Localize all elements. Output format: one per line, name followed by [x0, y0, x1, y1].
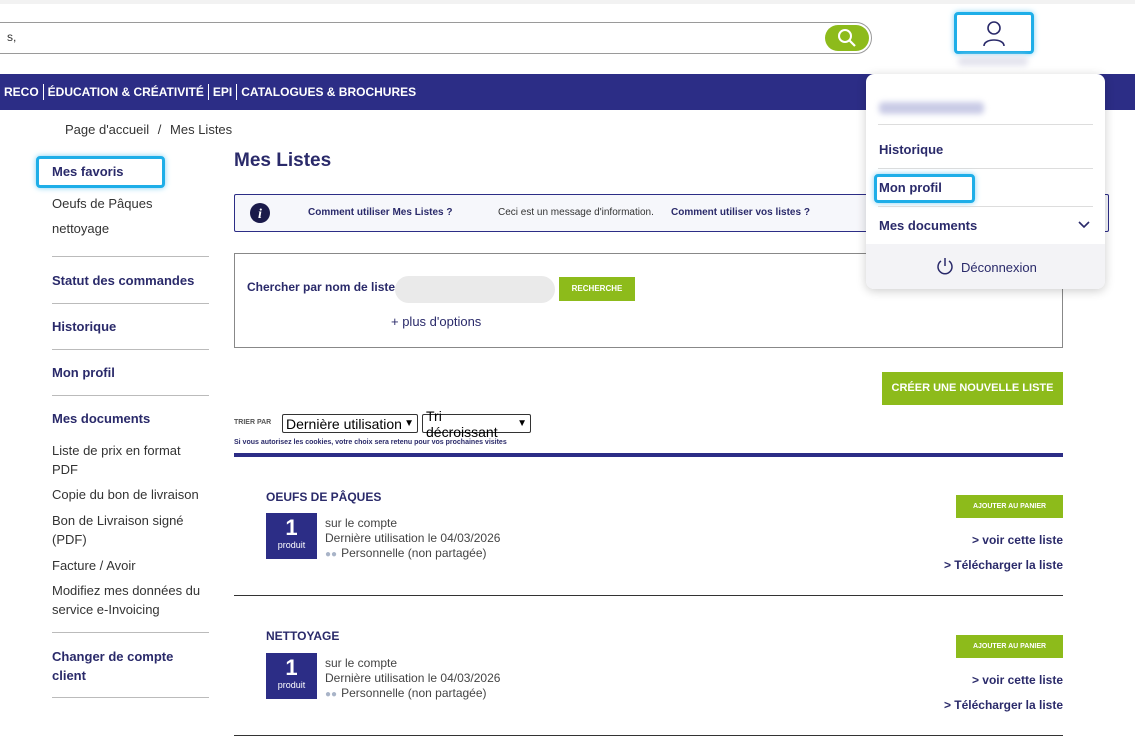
sidebar-divider — [52, 303, 209, 304]
product-unit: produit — [277, 680, 306, 690]
sort-order-value: Tri décroissant — [426, 407, 498, 440]
breadcrumb-home[interactable]: Page d'accueil — [65, 122, 149, 137]
search-button[interactable] — [825, 25, 869, 51]
svg-text:i: i — [258, 207, 262, 222]
product-count: 1 — [285, 655, 298, 680]
sidebar-item-profile[interactable]: Mon profil — [52, 365, 209, 380]
menu-divider — [878, 168, 1093, 169]
list-last-used: Dernière utilisation le 04/03/2026 — [325, 531, 501, 545]
search-bar[interactable]: s, — [0, 22, 872, 54]
sidebar-item-switch-client[interactable]: Changer de compte client — [52, 647, 209, 685]
search-icon — [838, 29, 856, 47]
sidebar-list-nettoyage[interactable]: nettoyage — [52, 219, 209, 238]
menu-item-history[interactable]: Historique — [879, 142, 943, 157]
people-icon: ●● — [325, 549, 338, 560]
product-count: 1 — [285, 515, 298, 540]
nav-item-catalogues[interactable]: CATALOGUES & BROCHURES — [237, 84, 420, 100]
people-icon: ●● — [325, 689, 338, 700]
breadcrumb-current: Mes Listes — [170, 122, 233, 137]
more-options-link[interactable]: + plus d'options — [391, 314, 481, 329]
menu-divider — [878, 206, 1093, 207]
add-to-cart-button[interactable]: AJOUTER AU PANIER — [956, 635, 1063, 658]
menu-item-profile[interactable]: Mon profil — [879, 180, 942, 195]
sidebar-divider — [52, 632, 209, 633]
list-name[interactable]: NETTOYAGE — [266, 629, 339, 643]
view-list-link[interactable]: > voir cette liste — [900, 533, 1063, 547]
product-unit: produit — [277, 540, 306, 550]
sidebar-doc-invoice[interactable]: Facture / Avoir — [52, 556, 209, 575]
sidebar-doc-einvoicing[interactable]: Modifiez mes données du service e-Invoic… — [52, 581, 209, 619]
info-icon: i — [250, 203, 270, 223]
sort-order-select[interactable]: Tri décroissant ▼ — [422, 408, 531, 440]
list-last-used: Dernière utilisation le 04/03/2026 — [325, 671, 501, 685]
account-dropdown: Historique Mon profil Mes documents Déco… — [866, 74, 1105, 289]
sidebar-divider — [52, 395, 209, 396]
info-message: Ceci est un message d'information. — [498, 207, 654, 218]
list-header-bar — [234, 453, 1063, 457]
logout-button[interactable]: Déconnexion — [936, 257, 1037, 277]
page-title: Mes Listes — [234, 150, 332, 171]
list-account: sur le compte — [325, 516, 398, 530]
list-account: sur le compte — [325, 656, 398, 670]
sidebar-divider — [52, 697, 209, 698]
product-count-badge: 1 produit — [266, 653, 317, 699]
list-search-button[interactable]: RECHERCHE — [559, 277, 635, 301]
sidebar-list-oeufs[interactable]: Oeufs de Pâques — [52, 194, 209, 213]
power-icon — [937, 258, 953, 275]
add-to-cart-button[interactable]: AJOUTER AU PANIER — [956, 495, 1063, 518]
list-search-input[interactable] — [395, 276, 555, 303]
info-link-lists[interactable]: Comment utiliser vos listes ? — [671, 207, 810, 218]
list-sharing-text: Personnelle (non partagée) — [341, 546, 487, 560]
list-divider — [234, 735, 1063, 736]
sidebar-item-history[interactable]: Historique — [52, 319, 209, 334]
sidebar-item-favorites[interactable]: Mes favoris — [52, 164, 209, 179]
cookie-note: Si vous autorisez les cookies, votre cho… — [234, 439, 507, 446]
sidebar-doc-signed-delivery[interactable]: Bon de Livraison signé (PDF) — [52, 511, 209, 549]
download-list-link[interactable]: > Télécharger la liste — [900, 558, 1063, 572]
account-button[interactable] — [954, 12, 1034, 54]
user-icon — [983, 21, 1005, 47]
nav-item-education[interactable]: ÉDUCATION & CRÉATIVITÉ — [44, 84, 209, 100]
download-list-link[interactable]: > Télécharger la liste — [900, 698, 1063, 712]
menu-divider — [878, 124, 1093, 125]
sidebar-item-documents[interactable]: Mes documents — [52, 411, 209, 426]
sidebar-doc-pricelist[interactable]: Liste de prix en format PDF — [52, 441, 209, 479]
list-name[interactable]: OEUFS DE PÂQUES — [266, 490, 381, 504]
logout-label: Déconnexion — [961, 259, 1037, 275]
sidebar-divider — [52, 256, 209, 257]
sort-by-select[interactable]: Dernière utilisation ▼ — [282, 414, 418, 433]
sidebar-item-orders[interactable]: Statut des commandes — [52, 273, 209, 288]
breadcrumb: Page d'accueil / Mes Listes — [65, 122, 232, 137]
chevron-down-icon: ▼ — [404, 418, 414, 429]
list-sharing-text: Personnelle (non partagée) — [341, 686, 487, 700]
sort-label: TRIER PAR — [234, 419, 272, 426]
sidebar-divider — [52, 349, 209, 350]
chevron-down-icon[interactable] — [1078, 221, 1090, 229]
nav-item-reco[interactable]: RECO — [0, 84, 44, 100]
list-search-label: Chercher par nom de liste — [247, 280, 396, 294]
menu-item-documents[interactable]: Mes documents — [879, 218, 977, 233]
account-name-blurred — [958, 56, 1028, 66]
account-name-blurred — [879, 102, 984, 114]
create-list-button[interactable]: CRÉER UNE NOUVELLE LISTE — [882, 372, 1063, 405]
list-divider — [234, 595, 1063, 596]
breadcrumb-separator: / — [157, 122, 162, 137]
view-list-link[interactable]: > voir cette liste — [900, 673, 1063, 687]
list-sharing: ●● Personnelle (non partagée) — [325, 686, 487, 702]
list-sharing: ●● Personnelle (non partagée) — [325, 546, 487, 562]
sidebar-doc-delivery-copy[interactable]: Copie du bon de livraison — [52, 485, 209, 504]
info-link-how-to[interactable]: Comment utiliser Mes Listes ? — [308, 207, 452, 218]
chevron-down-icon: ▼ — [517, 418, 527, 429]
top-strip — [0, 0, 1135, 4]
search-input[interactable]: s, — [7, 30, 16, 44]
product-count-badge: 1 produit — [266, 513, 317, 559]
sort-by-value: Dernière utilisation — [286, 415, 402, 432]
nav-item-epi[interactable]: EPI — [209, 84, 238, 100]
